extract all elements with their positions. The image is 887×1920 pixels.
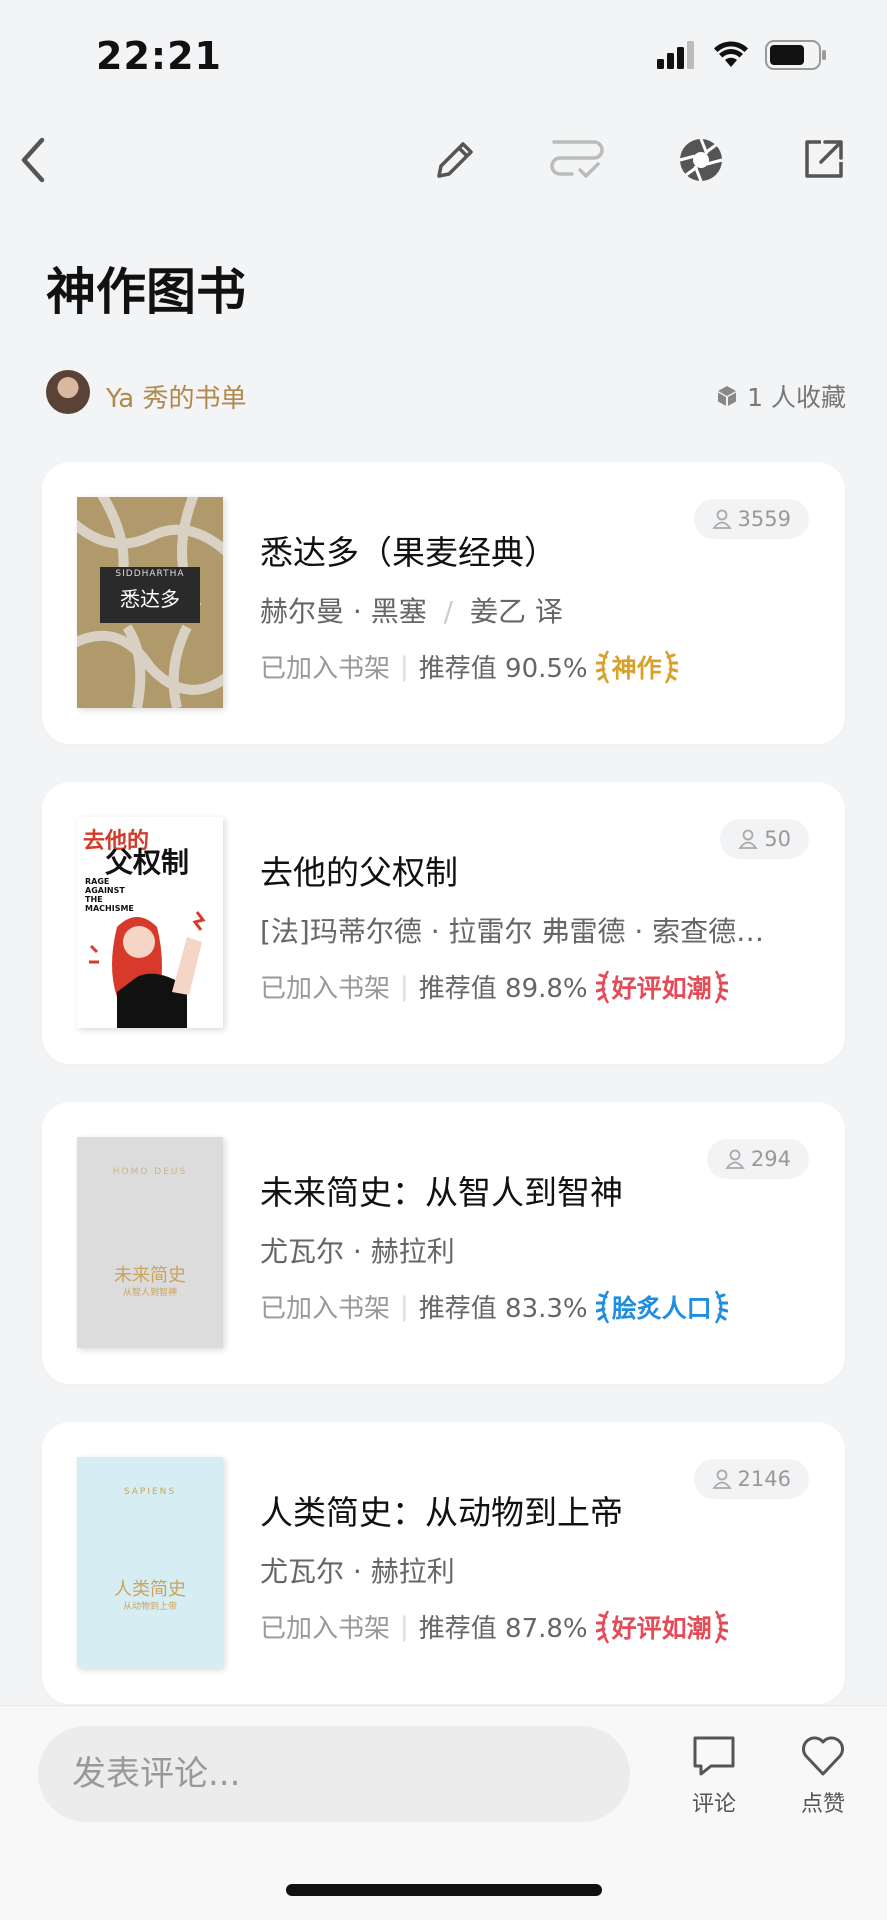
comment-icon <box>693 1736 735 1776</box>
status-time: 22:21 <box>96 34 222 78</box>
back-button[interactable] <box>4 130 64 190</box>
person-icon <box>711 509 732 529</box>
laurel-right-icon <box>714 969 728 1004</box>
recommend-value: 推荐值 89.8% <box>418 974 588 1004</box>
readers-value: 50 <box>764 827 791 851</box>
readers-value: 2146 <box>737 1467 791 1491</box>
status-bar: 22:21 <box>0 0 887 115</box>
rating-badge: 脍炙人口 <box>595 1289 728 1325</box>
book-author: 赫尔曼 · 黑塞 / 姜乙 译 <box>260 595 563 628</box>
book-meta: 已加入书架 | 推荐值 87.8% 好评如潮 <box>260 1608 728 1645</box>
bottom-bar: 评论 点赞 <box>0 1705 887 1920</box>
book-card[interactable]: SIDDHARTHA 悉达多 悉达多（果麦经典） 赫尔曼 · 黑塞 / 姜乙 译… <box>42 462 845 744</box>
cover-title-text: 人类简史 <box>114 1579 186 1600</box>
cover-sub-text: 从智人到智神 <box>122 1288 177 1298</box>
readers-count: 50 <box>720 819 809 859</box>
book-title: 去他的父权制 <box>260 853 458 892</box>
person-icon <box>738 829 759 849</box>
edit-icon <box>437 142 473 178</box>
signal-icon <box>657 41 694 69</box>
battery-icon <box>765 40 826 70</box>
book-author: [法]玛蒂尔德 · 拉雷尔 弗雷德 · 索查德 ... <box>260 915 770 948</box>
cover-title-text: 未来简史 <box>114 1265 186 1286</box>
laurel-left-icon <box>595 1289 609 1324</box>
heart-icon <box>802 1736 844 1776</box>
cover-en-text: HOMO DEUS <box>112 1167 188 1177</box>
favorites-count: 1 人收藏 <box>715 378 846 414</box>
shelf-status: 已加入书架 <box>260 974 391 1004</box>
recommend-value: 推荐值 90.5% <box>418 654 588 684</box>
cover-en-text: SAPIENS <box>123 1487 177 1497</box>
edit-button[interactable] <box>425 130 485 190</box>
shelf-status: 已加入书架 <box>260 654 391 684</box>
book-meta: 已加入书架 | 推荐值 83.3% 脍炙人口 <box>260 1288 728 1325</box>
laurel-right-icon <box>714 1289 728 1324</box>
book-title: 人类简史：从动物到上帝 <box>260 1493 623 1532</box>
book-cover: SIDDHARTHA 悉达多 <box>77 497 223 708</box>
readers-count: 3559 <box>693 499 809 539</box>
aperture-icon <box>679 138 723 182</box>
cube-icon <box>718 386 737 406</box>
checklist-button[interactable] <box>548 130 608 190</box>
book-card[interactable]: SAPIENS 人类简史 从动物到上帝 人类简史：从动物到上帝 尤瓦尔 · 赫拉… <box>42 1422 845 1704</box>
readers-value: 294 <box>750 1147 791 1171</box>
person-icon <box>725 1149 745 1169</box>
cover-en-text: SIDDHARTHA <box>115 569 185 579</box>
book-cover: 去他的 父权制 RAGE AGAINST THE MACHISME <box>77 817 223 1028</box>
share-button[interactable] <box>793 130 853 190</box>
like-label: 点赞 <box>800 1792 845 1817</box>
status-icons <box>657 40 827 70</box>
person-icon <box>711 1469 732 1489</box>
page-title: 神作图书 <box>46 262 246 321</box>
badge-label: 神作 <box>611 653 662 683</box>
owner-row: Ya 秀的书单 1 人收藏 <box>46 370 846 418</box>
recommend-value: 推荐值 83.3% <box>418 1294 588 1324</box>
like-button[interactable]: 点赞 <box>783 1734 863 1818</box>
book-card[interactable]: 去他的 父权制 RAGE AGAINST THE MACHISME 去他的父权制… <box>42 782 845 1064</box>
comment-input[interactable] <box>38 1726 630 1822</box>
book-author: 尤瓦尔 · 赫拉利 <box>260 1235 455 1268</box>
wifi-icon <box>714 41 748 67</box>
comment-label: 评论 <box>691 1792 736 1817</box>
comment-button[interactable]: 评论 <box>674 1734 754 1818</box>
laurel-right-icon <box>664 649 678 684</box>
badge-label: 脍炙人口 <box>611 1293 712 1323</box>
rating-badge: 好评如潮 <box>595 1609 728 1645</box>
book-author: 尤瓦尔 · 赫拉利 <box>260 1555 455 1588</box>
nav-bar <box>0 115 887 195</box>
home-indicator <box>286 1884 602 1896</box>
book-title: 未来简史：从智人到智神 <box>260 1173 623 1212</box>
share-icon <box>805 140 843 178</box>
owner-name[interactable]: Ya 秀的书单 <box>106 378 247 415</box>
cover-sub-text: 从动物到上帝 <box>122 1602 177 1612</box>
readers-count: 2146 <box>693 1459 809 1499</box>
readers-count: 294 <box>706 1139 809 1179</box>
translator-name: 姜乙 译 <box>469 595 563 628</box>
favorites-label: 1 人收藏 <box>747 383 846 412</box>
back-icon <box>21 137 45 183</box>
laurel-left-icon <box>595 1609 609 1644</box>
laurel-right-icon <box>714 1609 728 1644</box>
shelf-status: 已加入书架 <box>260 1614 391 1644</box>
book-meta: 已加入书架 | 推荐值 89.8% 好评如潮 <box>260 968 728 1005</box>
badge-label: 好评如潮 <box>611 973 712 1003</box>
rating-badge: 神作 <box>595 649 678 685</box>
book-meta: 已加入书架 | 推荐值 90.5% 神作 <box>260 648 678 685</box>
badge-label: 好评如潮 <box>611 1613 712 1643</box>
book-card[interactable]: HOMO DEUS 未来简史 从智人到智神 未来简史：从智人到智神 尤瓦尔 · … <box>42 1102 845 1384</box>
cover-title-text: 悉达多 <box>120 587 180 611</box>
recommend-value: 推荐值 87.8% <box>418 1614 588 1644</box>
book-title: 悉达多（果麦经典） <box>260 533 557 572</box>
rating-badge: 好评如潮 <box>595 969 728 1005</box>
readers-value: 3559 <box>737 507 791 531</box>
aperture-button[interactable] <box>671 130 731 190</box>
book-cover: HOMO DEUS 未来简史 从智人到智神 <box>77 1137 223 1348</box>
avatar[interactable] <box>46 370 90 414</box>
checklist-icon <box>550 140 604 178</box>
laurel-left-icon <box>595 649 609 684</box>
book-cover: SAPIENS 人类简史 从动物到上帝 <box>77 1457 223 1668</box>
shelf-status: 已加入书架 <box>260 1294 391 1324</box>
laurel-left-icon <box>595 969 609 1004</box>
author-name: 赫尔曼 · 黑塞 <box>260 595 427 628</box>
